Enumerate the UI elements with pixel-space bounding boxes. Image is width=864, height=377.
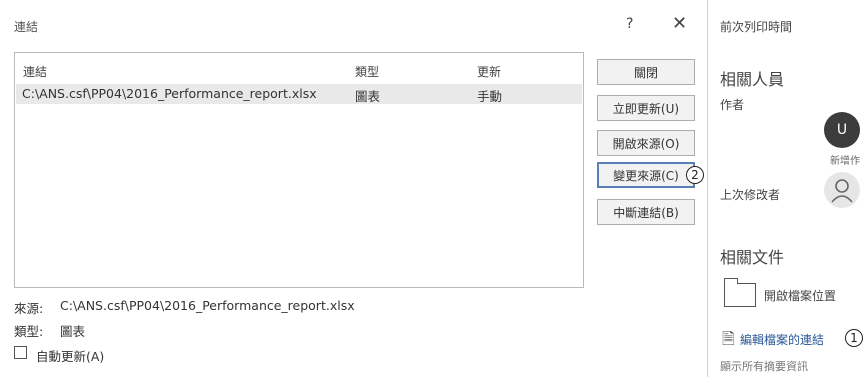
help-icon[interactable]: ? bbox=[626, 16, 633, 32]
close-icon[interactable]: ✕ bbox=[672, 13, 687, 34]
dialog-title: 連結 bbox=[14, 20, 39, 34]
author-avatar[interactable]: U bbox=[824, 112, 860, 148]
change-source-button[interactable]: 變更來源(C) bbox=[597, 162, 695, 188]
update-now-button[interactable]: 立即更新(U) bbox=[597, 95, 695, 121]
last-printed-label: 前次列印時間 bbox=[720, 20, 793, 34]
add-author-link[interactable]: 新增作 bbox=[830, 152, 860, 167]
link-row[interactable]: C:\ANS.csf\PP04\2016_Performance_report.… bbox=[16, 84, 582, 104]
source-value: C:\ANS.csf\PP04\2016_Performance_report.… bbox=[60, 298, 355, 313]
links-list[interactable]: 連結 類型 更新 C:\ANS.csf\PP04\2016_Performanc… bbox=[14, 52, 584, 288]
info-panel: 前次列印時間 相關人員 作者 U 新增作 上次修改者 相關文件 開啟檔案位置 🗎… bbox=[708, 0, 864, 377]
auto-update-checkbox[interactable] bbox=[14, 346, 27, 359]
type-value: 圖表 bbox=[60, 324, 86, 339]
step-2-marker: 2 bbox=[686, 166, 704, 184]
open-file-location-link[interactable]: 開啟檔案位置 bbox=[764, 287, 836, 304]
break-link-button[interactable]: 中斷連結(B) bbox=[597, 199, 695, 225]
edit-links-link[interactable]: 編輯檔案的連結 bbox=[740, 331, 824, 348]
link-path: C:\ANS.csf\PP04\2016_Performance_report.… bbox=[22, 86, 317, 101]
column-header-type: 類型 bbox=[355, 65, 380, 79]
step-1-marker: 1 bbox=[845, 329, 863, 347]
related-people-heading: 相關人員 bbox=[720, 70, 785, 89]
column-header-link: 連結 bbox=[23, 65, 48, 79]
user-avatar-icon bbox=[824, 172, 860, 208]
last-modified-by-label: 上次修改者 bbox=[720, 188, 781, 202]
related-docs-heading: 相關文件 bbox=[720, 248, 785, 267]
auto-update-label[interactable]: 自動更新(A) bbox=[36, 346, 104, 365]
column-header-update: 更新 bbox=[477, 65, 502, 79]
open-source-button[interactable]: 開啟來源(O) bbox=[597, 130, 695, 156]
source-label: 來源: bbox=[14, 301, 44, 316]
close-button[interactable]: 關閉 bbox=[597, 59, 695, 85]
link-update-mode: 手動 bbox=[477, 89, 503, 104]
links-dialog: 連結 ? ✕ 連結 類型 更新 C:\ANS.csf\PP04\2016_Per… bbox=[0, 0, 708, 377]
show-all-properties-link[interactable]: 顯示所有摘要資訊 bbox=[720, 358, 808, 374]
link-type: 圖表 bbox=[355, 89, 381, 104]
document-link-icon: 🗎 bbox=[722, 329, 735, 348]
author-label: 作者 bbox=[720, 98, 745, 112]
folder-icon bbox=[724, 278, 756, 307]
type-label: 類型: bbox=[14, 324, 44, 339]
